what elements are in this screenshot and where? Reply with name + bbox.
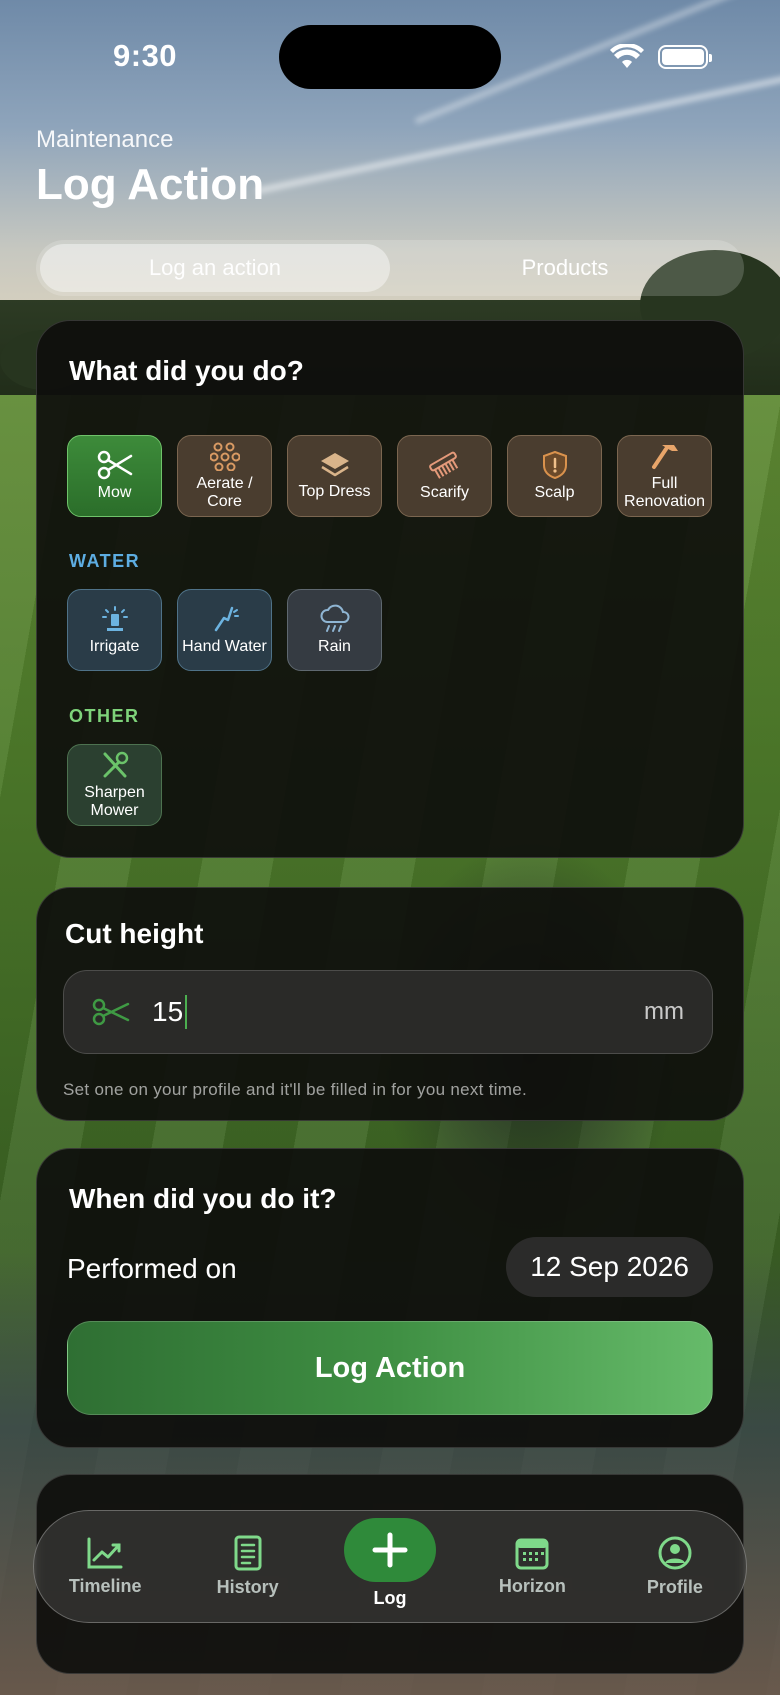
tile-label: Scalp: [534, 483, 575, 501]
tab-profile[interactable]: Profile: [604, 1535, 746, 1598]
aerate-icon: [209, 442, 240, 471]
cut-height-card: Cut height 15 mm Set one on your profile…: [36, 887, 744, 1121]
tab-label: Log: [373, 1588, 407, 1608]
tab-bar: Timeline History Log Horizon Profile: [33, 1510, 747, 1623]
action-hand-water[interactable]: Hand Water: [177, 589, 272, 671]
hammer-icon: [651, 444, 678, 469]
log-action-button[interactable]: Log Action: [67, 1321, 713, 1415]
scissors-icon: [97, 450, 132, 480]
cut-height-input[interactable]: 15 mm: [63, 970, 713, 1054]
scissors-icon: [92, 998, 130, 1026]
action-mow[interactable]: Mow: [67, 435, 162, 517]
comb-icon: [428, 451, 458, 479]
action-sharpen-mower[interactable]: Sharpen Mower: [67, 744, 162, 826]
tab-horizon[interactable]: Horizon: [461, 1536, 603, 1597]
unit-label: mm: [644, 998, 684, 1025]
battery-icon: [658, 45, 712, 69]
dynamic-island: [279, 25, 501, 89]
tile-label: Top Dress: [298, 482, 371, 500]
tile-label: Full Renovation: [624, 474, 705, 510]
date-picker[interactable]: 12 Sep 2026: [506, 1237, 713, 1297]
action-top-dress[interactable]: Top Dress: [287, 435, 382, 517]
card-title: Cut height: [65, 918, 204, 949]
segment-products[interactable]: Products: [390, 244, 740, 292]
tile-label: Rain: [318, 637, 351, 655]
cut-actions-row: Mow Aerate / Core Top Dress Scarify Scal…: [67, 435, 712, 517]
other-section-label: OTHER: [69, 706, 140, 726]
page-eyebrow: Maintenance: [36, 126, 174, 153]
profile-icon: [658, 1536, 692, 1570]
segment-log-an-action[interactable]: Log an action: [40, 244, 390, 292]
water-section-label: WATER: [69, 551, 141, 571]
tile-label: Aerate / Core: [196, 474, 253, 510]
other-actions-row: Sharpen Mower: [67, 744, 162, 826]
tile-label: Sharpen Mower: [84, 783, 145, 819]
shield-alert-icon: [542, 450, 567, 479]
tab-log[interactable]: Log: [319, 1518, 461, 1609]
segmented-control: Log an action Products: [36, 240, 744, 296]
action-irrigate[interactable]: Irrigate: [67, 589, 162, 671]
plus-icon: [372, 1532, 408, 1568]
when-card: When did you do it? Performed on 12 Sep …: [36, 1148, 744, 1448]
wifi-icon: [610, 44, 644, 68]
action-rain[interactable]: Rain: [287, 589, 382, 671]
cut-height-text: 15: [152, 996, 184, 1027]
tab-history[interactable]: History: [176, 1535, 318, 1598]
tab-label: Timeline: [68, 1576, 142, 1596]
tile-label: Irrigate: [89, 637, 140, 655]
layers-icon: [320, 452, 349, 477]
tab-label: Horizon: [498, 1576, 566, 1596]
what-did-you-do-card: What did you do? Mow Aerate / Core Top D…: [36, 320, 744, 858]
status-icons: [610, 44, 712, 70]
tab-timeline[interactable]: Timeline: [34, 1536, 176, 1597]
sprinkler-icon: [101, 605, 128, 631]
card-title: What did you do?: [69, 355, 304, 386]
notebook-icon: [234, 1535, 262, 1571]
action-scalp[interactable]: Scalp: [507, 435, 602, 517]
action-scarify[interactable]: Scarify: [397, 435, 492, 517]
text-caret: [185, 995, 188, 1029]
tools-icon: [103, 751, 128, 778]
water-actions-row: Irrigate Hand Water Rain: [67, 589, 382, 671]
chart-line-icon: [87, 1537, 123, 1569]
tile-label: Scarify: [420, 483, 469, 501]
calendar-icon: [515, 1538, 549, 1570]
hose-icon: [214, 606, 239, 632]
tile-label: Mow: [97, 483, 132, 501]
status-time: 9:30: [113, 38, 178, 73]
performed-on-label: Performed on: [67, 1253, 237, 1284]
hint-text: Set one on your profile and it'll be fil…: [63, 1080, 528, 1099]
cloud-rain-icon: [320, 604, 350, 632]
page-title: Log Action: [36, 160, 265, 209]
card-title: When did you do it?: [69, 1183, 337, 1214]
tab-label: Profile: [646, 1577, 703, 1597]
tab-label: History: [216, 1577, 279, 1597]
tile-label: Hand Water: [182, 637, 267, 655]
action-aerate-core[interactable]: Aerate / Core: [177, 435, 272, 517]
cut-height-value: 15: [152, 995, 188, 1029]
log-plus-button[interactable]: [344, 1518, 437, 1582]
action-full-renovation[interactable]: Full Renovation: [617, 435, 712, 517]
